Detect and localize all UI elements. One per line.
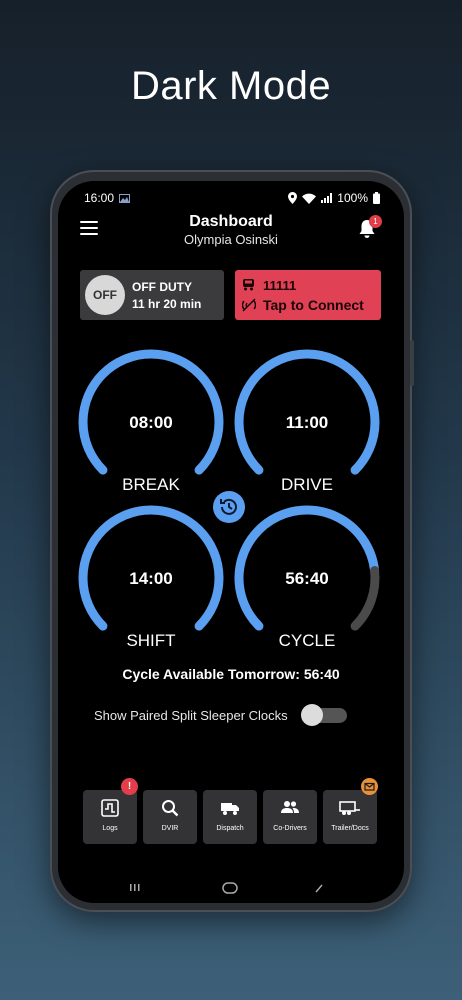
search-icon	[162, 800, 179, 817]
bottom-nav: Logs ! DVIR Dispatch Co-Drivers Trailer/…	[83, 778, 383, 844]
cycle-clock-value: 56:40	[285, 569, 329, 588]
cycle-available-tomorrow: Cycle Available Tomorrow: 56:40	[122, 666, 340, 682]
break-clock-value: 08:00	[129, 413, 173, 432]
split-sleeper-label: Show Paired Split Sleeper Clocks	[94, 708, 288, 723]
nav-trailer-docs[interactable]: Trailer/Docs	[323, 790, 377, 844]
shift-clock-label: SHIFT	[126, 631, 176, 650]
promo-headline: Dark Mode	[130, 64, 332, 108]
phone-screen: 16:00 100% Dashboard Olympia Osinski 1 O…	[58, 181, 404, 903]
shift-clock-value: 14:00	[129, 569, 173, 588]
system-nav-bar	[130, 882, 323, 894]
cycle-clock-label: CYCLE	[278, 631, 336, 650]
trailer-docs-message-badge	[361, 778, 378, 795]
logs-alert-badge: !	[121, 778, 138, 795]
truck-icon	[221, 803, 239, 815]
nav-co-drivers[interactable]: Co-Drivers	[263, 790, 317, 844]
trailer-icon	[339, 801, 360, 815]
nav-dispatch-label: Dispatch	[216, 825, 244, 832]
nav-dvir[interactable]: DVIR	[143, 790, 197, 844]
nav-logs[interactable]: Logs	[83, 790, 137, 844]
nav-dvir-label: DVIR	[161, 825, 179, 832]
logs-icon	[101, 799, 119, 817]
split-sleeper-toggle[interactable]	[301, 704, 349, 726]
drive-clock-value: 11:00	[285, 413, 329, 432]
people-icon	[281, 801, 299, 813]
home-icon[interactable]	[222, 882, 238, 894]
nav-logs-label: Logs	[102, 825, 118, 832]
break-clock-label: BREAK	[122, 475, 180, 494]
back-icon[interactable]	[315, 884, 323, 893]
recent-apps-icon[interactable]	[130, 884, 140, 891]
phone-side-button	[410, 340, 414, 386]
history-button[interactable]	[213, 491, 245, 523]
drive-clock-label: DRIVE	[281, 475, 333, 494]
nav-trailer-docs-label: Trailer/Docs	[331, 825, 369, 832]
nav-co-drivers-label: Co-Drivers	[273, 825, 307, 832]
envelope-icon	[364, 782, 375, 791]
history-icon	[220, 498, 237, 515]
nav-dispatch[interactable]: Dispatch	[203, 790, 257, 844]
